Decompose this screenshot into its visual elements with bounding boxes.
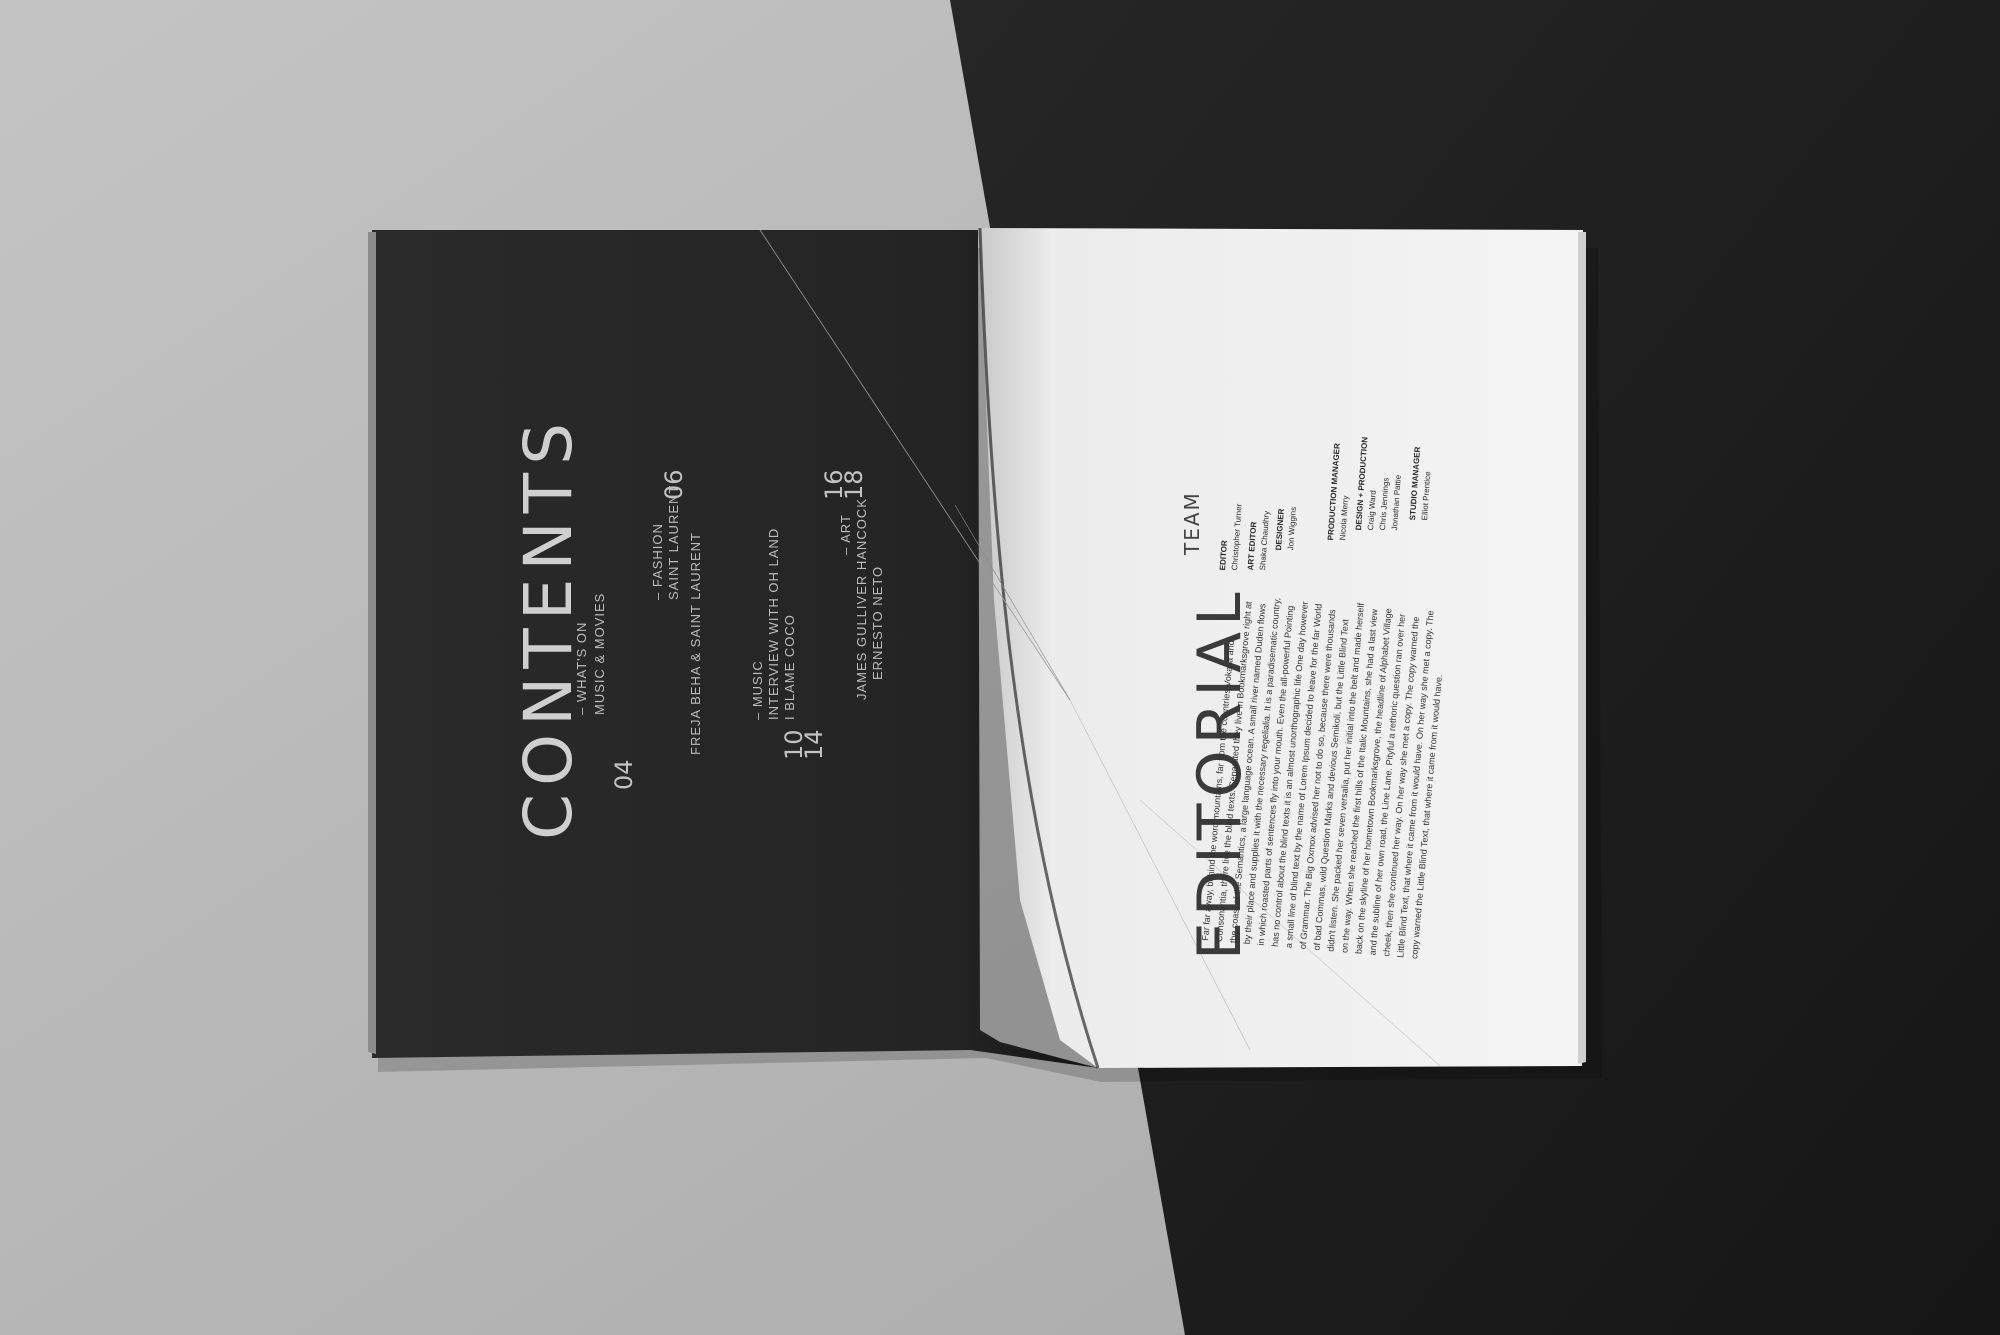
team-heading: TEAM (1180, 491, 1204, 555)
toc-line: FREJA BEHA & SAINT LAURENT (688, 532, 703, 755)
toc-line: ERNESTO NETO (870, 565, 885, 680)
toc-line: JAMES GULLIVER HANCOCK (854, 498, 869, 700)
team-name: Nicola Merry (1338, 495, 1351, 541)
team-name: Jonathan Pattie (1390, 474, 1403, 531)
toc-line: INTERVIEW WITH OH LAND (766, 527, 781, 720)
toc-number: 14 (800, 729, 828, 760)
toc-line: SAINT LAURENT (666, 484, 681, 600)
toc-line: I BLAME COCO (782, 614, 797, 720)
toc-line: – ART (838, 514, 853, 555)
team-name: Shaka Chaudhry (1258, 510, 1272, 571)
toc-line: – MUSIC (750, 660, 765, 720)
team-name: Craig Ward (1366, 489, 1378, 531)
toc-number: 04 (610, 759, 638, 790)
team-role: DESIGNER (1274, 508, 1286, 551)
toc-line: – WHAT'S ON (574, 621, 589, 715)
team-role: EDITOR (1218, 539, 1230, 571)
team-name: Chris Jennings (1378, 477, 1391, 531)
team-role: ART EDITOR (1246, 521, 1259, 571)
magazine-spread: CONTENTS 04 – WHAT'S ON MUSIC & MOVIES 0… (0, 0, 2000, 1335)
team-name: Elliot Prentice (1420, 471, 1433, 521)
toc-line: MUSIC & MOVIES (592, 592, 607, 715)
toc-number: 18 (840, 469, 868, 500)
team-name: Christopher Turner (1230, 503, 1244, 571)
team-name: Jon Wiggins (1286, 506, 1299, 551)
toc-line: – FASHION (650, 523, 665, 600)
editorial-body: Far far away, behind the word mountains,… (1199, 597, 1445, 960)
